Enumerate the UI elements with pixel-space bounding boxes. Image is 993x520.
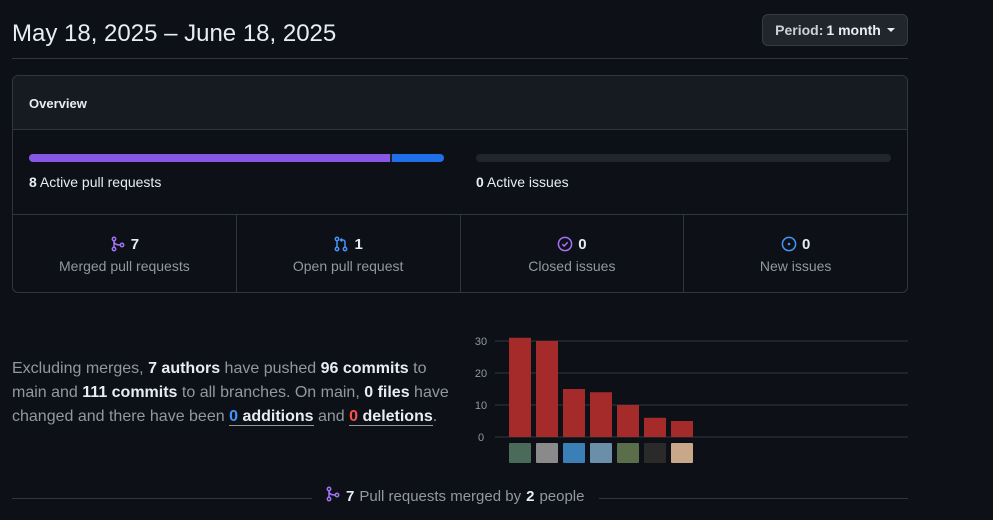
summary-text: have pushed bbox=[224, 360, 317, 377]
git-pull-request-icon bbox=[333, 236, 349, 252]
merged-prs-label: Merged pull requests bbox=[59, 258, 190, 274]
summary-text: and bbox=[318, 408, 345, 425]
overview-stats: 7 Merged pull requests 1 Open pull reque… bbox=[13, 215, 907, 292]
divider-line-right bbox=[599, 498, 908, 499]
new-issues-stat[interactable]: 0 New issues bbox=[684, 215, 907, 292]
author-avatar[interactable] bbox=[671, 443, 693, 463]
commit-summary: Excluding merges, 7 authors have pushed … bbox=[12, 357, 464, 429]
active-issues-count: 0 bbox=[476, 174, 484, 190]
summary-text: . bbox=[432, 408, 438, 425]
merged-prs-total: 7 bbox=[346, 487, 355, 505]
open-prs-label: Open pull request bbox=[292, 258, 404, 274]
overview-title: Overview bbox=[13, 76, 907, 130]
new-issues-count: 0 bbox=[801, 235, 811, 253]
files-changed-count: 0 files bbox=[364, 384, 410, 401]
summary-text: Excluding merges, bbox=[12, 360, 144, 377]
issue-opened-icon bbox=[781, 236, 797, 252]
git-merge-icon bbox=[325, 486, 341, 506]
active-pr-label: Active pull requests bbox=[39, 174, 162, 190]
period-label: Period: bbox=[775, 22, 824, 38]
period-dropdown-button[interactable]: Period: 1 month bbox=[762, 14, 908, 46]
y-tick-label: 30 bbox=[475, 336, 487, 348]
closed-issues-label: Closed issues bbox=[528, 258, 616, 274]
merged-prs-count: 7 bbox=[130, 235, 140, 253]
commits-main-count: 96 commits bbox=[320, 360, 409, 377]
deletions-count: 0 bbox=[349, 408, 359, 425]
pulse-page: May 18, 2025 – June 18, 2025 Period: 1 m… bbox=[12, 0, 908, 505]
merged-prs-summary: 7 Pull requests merged by 2 people bbox=[325, 486, 584, 506]
active-pr-caption[interactable]: 8 Active pull requests bbox=[29, 174, 161, 190]
open-prs-stat[interactable]: 1 Open pull request bbox=[237, 215, 461, 292]
merged-prs-stat[interactable]: 7 Merged pull requests bbox=[13, 215, 237, 292]
date-range-title: May 18, 2025 – June 18, 2025 bbox=[12, 20, 337, 47]
commits-by-author-chart: 0 10 20 30 bbox=[475, 336, 908, 463]
overview-bars: 8 Active pull requests 0 Active issues bbox=[13, 130, 907, 215]
commit-bar bbox=[644, 417, 666, 437]
period-value: 1 month bbox=[826, 22, 881, 38]
pulse-header: May 18, 2025 – June 18, 2025 Period: 1 m… bbox=[12, 0, 908, 59]
new-issues-label: New issues bbox=[759, 258, 832, 274]
commit-bar bbox=[536, 341, 558, 437]
people-count: 2 bbox=[526, 487, 535, 505]
y-tick-label: 0 bbox=[478, 432, 484, 444]
author-avatar[interactable] bbox=[509, 443, 531, 463]
merged-pr-segment bbox=[29, 154, 391, 162]
active-issues-label: Active issues bbox=[486, 174, 569, 190]
commit-bar bbox=[617, 405, 639, 437]
closed-issues-count: 0 bbox=[578, 235, 587, 253]
additions-count: 0 bbox=[229, 408, 238, 425]
open-pr-segment bbox=[392, 154, 444, 162]
commit-bar bbox=[590, 392, 612, 437]
triangle-down-icon bbox=[886, 28, 895, 32]
authors-count: 7 authors bbox=[148, 360, 221, 377]
people-text: people bbox=[539, 487, 585, 505]
divider-line-left bbox=[12, 498, 312, 499]
y-tick-label: 20 bbox=[475, 368, 487, 380]
author-avatar[interactable] bbox=[563, 443, 585, 463]
commit-bar bbox=[563, 389, 585, 437]
summary-text: to all branches. On main, bbox=[181, 384, 360, 401]
deletions-label: deletions bbox=[362, 408, 433, 425]
commit-bar bbox=[509, 337, 531, 437]
deletions-link[interactable]: 0 deletions bbox=[349, 408, 433, 426]
git-merge-icon bbox=[110, 236, 126, 252]
author-avatar[interactable] bbox=[644, 443, 666, 463]
merged-by-text: Pull requests merged by bbox=[359, 487, 522, 505]
additions-label: additions bbox=[242, 408, 314, 425]
pull-request-progress-bar[interactable] bbox=[29, 154, 444, 162]
issues-progress-bar[interactable] bbox=[476, 154, 891, 162]
issue-closed-icon bbox=[557, 236, 573, 252]
open-prs-count: 1 bbox=[354, 235, 363, 253]
active-pr-count: 8 bbox=[29, 174, 37, 190]
overview-panel: Overview 8 Active pull requests 0 Active… bbox=[12, 75, 908, 293]
commit-bar bbox=[671, 421, 693, 437]
y-tick-label: 10 bbox=[475, 400, 487, 412]
additions-link[interactable]: 0 additions bbox=[229, 408, 314, 426]
commits-all-count: 111 commits bbox=[82, 384, 178, 401]
active-issues-caption[interactable]: 0 Active issues bbox=[476, 174, 569, 190]
author-avatar[interactable] bbox=[590, 443, 612, 463]
closed-issues-stat[interactable]: 0 Closed issues bbox=[461, 215, 685, 292]
merged-prs-divider: 7 Pull requests merged by 2 people bbox=[12, 486, 908, 506]
author-avatar[interactable] bbox=[617, 443, 639, 463]
author-avatar[interactable] bbox=[536, 443, 558, 463]
